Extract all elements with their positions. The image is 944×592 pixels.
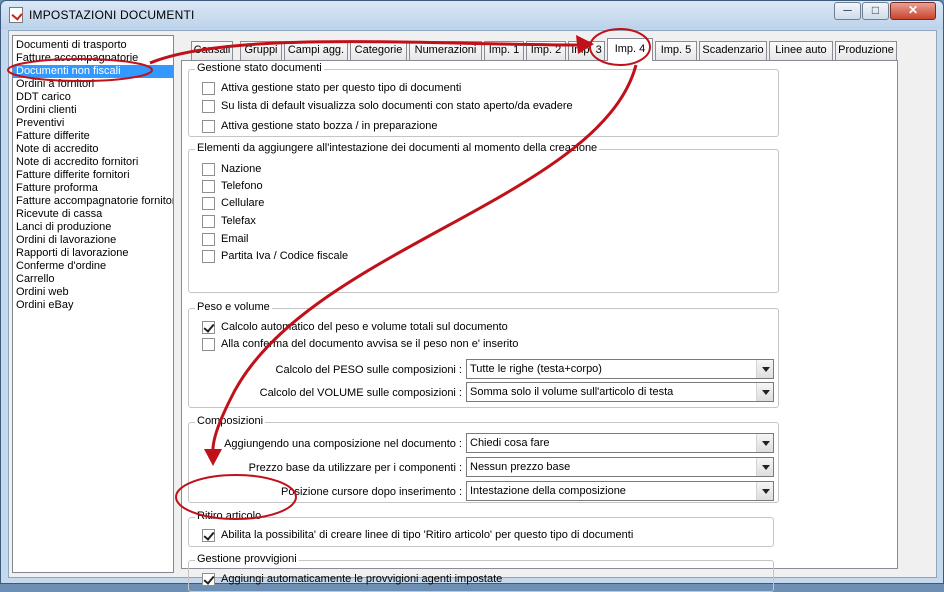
- chevron-down-icon[interactable]: [756, 458, 773, 476]
- group-composizioni: Composizioni Aggiungendo una composizion…: [188, 415, 779, 503]
- aggiungendo-label: Aggiungendo una composizione nel documen…: [224, 438, 462, 450]
- group-provvigioni: Gestione provvigioni Aggiungi automatica…: [188, 553, 774, 592]
- checkbox-telefax[interactable]: Telefax: [202, 215, 256, 229]
- checkbox-box[interactable]: [202, 233, 215, 246]
- tab-campi-agg[interactable]: Campi agg.: [284, 41, 348, 60]
- chevron-down-icon[interactable]: [756, 434, 773, 452]
- tab-strip: Causali Gruppi Campi agg. Categorie Numerazi…: [183, 38, 933, 61]
- group-title: Gestione provvigioni: [195, 553, 299, 565]
- prezzo-base-dropdown[interactable]: Nessun prezzo base: [466, 457, 774, 477]
- checkbox-stato-bozza[interactable]: Attiva gestione stato bozza / in prepara…: [202, 120, 437, 134]
- checkbox-box[interactable]: [202, 180, 215, 193]
- doc-type-item[interactable]: Fatture differite fornitori: [13, 169, 173, 182]
- checkbox-box[interactable]: [202, 321, 215, 334]
- tab-numerazioni[interactable]: Numerazioni: [409, 41, 482, 60]
- group-title: Composizioni: [195, 415, 266, 427]
- posizione-cursore-label: Posizione cursore dopo inserimento :: [281, 486, 462, 498]
- checkbox-box[interactable]: [202, 529, 215, 542]
- doc-type-item[interactable]: Fatture proforma: [13, 182, 173, 195]
- doc-type-item[interactable]: Fatture differite: [13, 130, 173, 143]
- checkbox-box[interactable]: [202, 82, 215, 95]
- checkbox-box[interactable]: [202, 338, 215, 351]
- app-icon: [9, 7, 23, 23]
- doc-type-item[interactable]: Conferme d'ordine: [13, 260, 173, 273]
- checkbox-email[interactable]: Email: [202, 233, 249, 247]
- group-peso-volume: Peso e volume Calcolo automatico del pes…: [188, 301, 779, 408]
- peso-label: Calcolo del PESO sulle composizioni :: [275, 364, 462, 376]
- posizione-cursore-dropdown[interactable]: Intestazione della composizione: [466, 481, 774, 501]
- checkbox-box[interactable]: [202, 573, 215, 586]
- group-title: Gestione stato documenti: [195, 62, 324, 74]
- checkbox-nazione[interactable]: Nazione: [202, 163, 261, 177]
- tab-causali[interactable]: Causali: [191, 41, 233, 60]
- doc-type-item[interactable]: Fatture accompagnatorie fornitori: [13, 195, 173, 208]
- doc-type-item[interactable]: Ordini eBay: [13, 299, 173, 312]
- volume-label: Calcolo del VOLUME sulle composizioni :: [259, 387, 462, 399]
- doc-type-item[interactable]: Carrello: [13, 273, 173, 286]
- checkbox-attiva-stato[interactable]: Attiva gestione stato per questo tipo di…: [202, 82, 461, 96]
- chevron-down-icon[interactable]: [756, 360, 773, 378]
- tab-linee-auto[interactable]: Linee auto: [769, 41, 833, 60]
- doc-type-item[interactable]: Ordini a fornitori: [13, 78, 173, 91]
- peso-dropdown[interactable]: Tutte le righe (testa+corpo): [466, 359, 774, 379]
- doc-type-item[interactable]: Rapporti di lavorazione: [13, 247, 173, 260]
- chevron-down-icon[interactable]: [756, 482, 773, 500]
- tab-imp-1[interactable]: Imp. 1: [484, 41, 524, 60]
- prezzo-base-label: Prezzo base da utilizzare per i componen…: [248, 462, 462, 474]
- tab-gruppi[interactable]: Gruppi: [240, 41, 282, 60]
- checkbox-ritiro-articolo[interactable]: Abilita la possibilita' di creare linee …: [202, 529, 633, 543]
- group-gestione-stato: Gestione stato documenti Attiva gestione…: [188, 62, 779, 137]
- tab-imp-3[interactable]: Imp. 3: [568, 41, 605, 60]
- group-title: Elementi da aggiungere all'intestazione …: [195, 142, 600, 154]
- checkbox-avvisa-peso[interactable]: Alla conferma del documento avvisa se il…: [202, 338, 518, 352]
- checkbox-box[interactable]: [202, 120, 215, 133]
- minimize-button[interactable]: ─: [834, 2, 861, 20]
- doc-type-item[interactable]: Ordini clienti: [13, 104, 173, 117]
- checkbox-cellulare[interactable]: Cellulare: [202, 197, 264, 211]
- doc-type-item[interactable]: Note di accredito fornitori: [13, 156, 173, 169]
- tab-produzione[interactable]: Produzione: [835, 41, 897, 60]
- group-intestazione: Elementi da aggiungere all'intestazione …: [188, 142, 779, 293]
- doc-type-item[interactable]: Fatture accompagnatorie: [13, 52, 173, 65]
- checkbox-box[interactable]: [202, 197, 215, 210]
- doc-type-item[interactable]: Ordini di lavorazione: [13, 234, 173, 247]
- checkbox-lista-default[interactable]: Su lista di default visualizza solo docu…: [202, 100, 573, 114]
- checkbox-calcolo-peso[interactable]: Calcolo automatico del peso e volume tot…: [202, 321, 508, 335]
- checkbox-box[interactable]: [202, 250, 215, 263]
- doc-type-item[interactable]: Note di accredito: [13, 143, 173, 156]
- tab-categorie[interactable]: Categorie: [350, 41, 407, 60]
- doc-type-item[interactable]: Ricevute di cassa: [13, 208, 173, 221]
- group-ritiro-articolo: Ritiro articolo Abilita la possibilita' …: [188, 510, 774, 547]
- tab-scadenzario[interactable]: Scadenzario: [699, 41, 767, 60]
- title-bar: IMPOSTAZIONI DOCUMENTI ─ □ ✕: [1, 1, 943, 29]
- checkbox-box[interactable]: [202, 215, 215, 228]
- group-title: Peso e volume: [195, 301, 272, 313]
- tab-imp-5[interactable]: Imp. 5: [655, 41, 697, 60]
- settings-window: IMPOSTAZIONI DOCUMENTI ─ □ ✕ Documenti d…: [0, 0, 944, 592]
- aggiungendo-dropdown[interactable]: Chiedi cosa fare: [466, 433, 774, 453]
- client-area: Documenti di trasporto Fatture accompagna…: [8, 30, 937, 592]
- maximize-button[interactable]: □: [862, 2, 889, 20]
- checkbox-box[interactable]: [202, 163, 215, 176]
- doc-type-item[interactable]: DDT carico: [13, 91, 173, 104]
- volume-dropdown[interactable]: Somma solo il volume sull'articolo di te…: [466, 382, 774, 402]
- tab-imp-4[interactable]: Imp. 4: [607, 38, 653, 61]
- window-title: IMPOSTAZIONI DOCUMENTI: [29, 8, 195, 22]
- checkbox-telefono[interactable]: Telefono: [202, 180, 263, 194]
- close-button[interactable]: ✕: [890, 2, 936, 20]
- doc-type-item[interactable]: Ordini web: [13, 286, 173, 299]
- checkbox-partita-iva[interactable]: Partita Iva / Codice fiscale: [202, 250, 348, 264]
- tab-imp-2[interactable]: Imp. 2: [526, 41, 566, 60]
- group-title: Ritiro articolo: [195, 510, 264, 522]
- doc-type-item[interactable]: Lanci di produzione: [13, 221, 173, 234]
- doc-type-item[interactable]: Preventivi: [13, 117, 173, 130]
- doc-type-item[interactable]: Documenti non fiscali: [13, 65, 173, 78]
- tab-panel-imp4: Gestione stato documenti Attiva gestione…: [181, 60, 898, 592]
- chevron-down-icon[interactable]: [756, 383, 773, 401]
- document-type-list[interactable]: Documenti di trasporto Fatture accompagna…: [12, 35, 174, 573]
- checkbox-provvigioni[interactable]: Aggiungi automaticamente le provvigioni …: [202, 573, 502, 587]
- doc-type-item[interactable]: Documenti di trasporto: [13, 39, 173, 52]
- checkbox-box[interactable]: [202, 100, 215, 113]
